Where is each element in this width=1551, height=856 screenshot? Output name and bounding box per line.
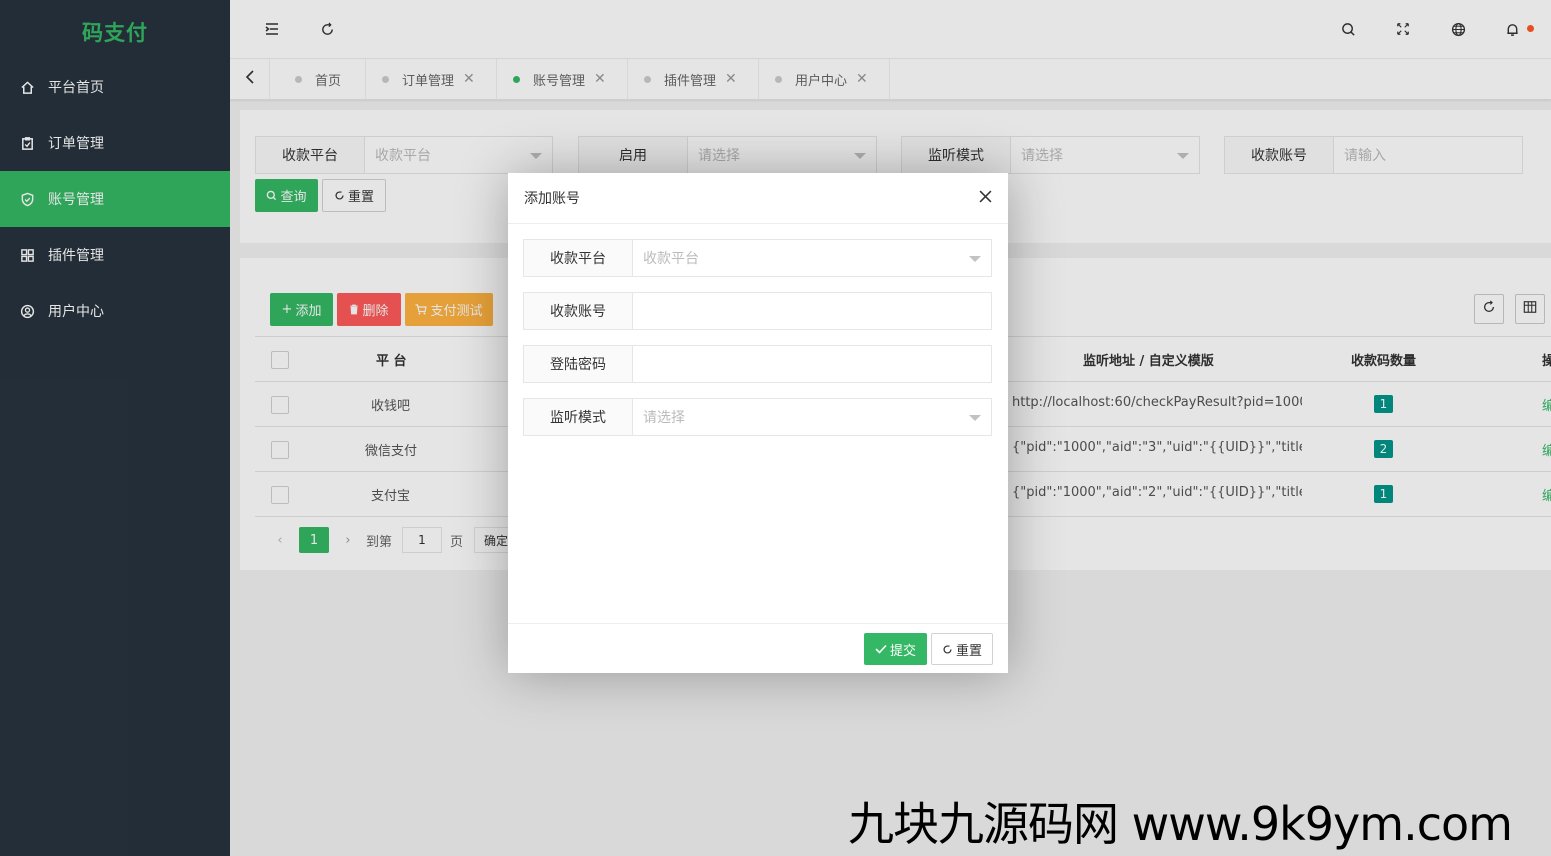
field-label: 收款账号: [524, 293, 633, 329]
modal-title: 添加账号: [524, 191, 580, 207]
select-placeholder: 请选择: [643, 410, 685, 426]
field-label: 收款平台: [524, 240, 633, 276]
select-placeholder: 收款平台: [643, 251, 699, 267]
modal-field-password[interactable]: 登陆密码: [523, 345, 992, 383]
caret-down-icon: [969, 256, 981, 262]
modal-field-mode[interactable]: 监听模式 请选择: [523, 398, 992, 436]
modal-footer: 提交 重置: [508, 623, 1008, 673]
mode-select[interactable]: 请选择: [633, 399, 991, 435]
submit-button[interactable]: 提交: [864, 633, 927, 665]
password-input[interactable]: [633, 346, 991, 382]
field-label: 登陆密码: [524, 346, 633, 382]
close-icon[interactable]: [979, 190, 992, 207]
modal-field-account[interactable]: 收款账号: [523, 292, 992, 330]
button-label: 重置: [955, 643, 982, 659]
account-input[interactable]: [633, 293, 991, 329]
modal-field-platform[interactable]: 收款平台 收款平台: [523, 239, 992, 277]
check-icon: [875, 644, 887, 654]
add-account-modal: 添加账号 收款平台 收款平台 收款账号 登陆密码 监听模式 请选择 提交 重置: [508, 173, 1008, 673]
caret-down-icon: [969, 415, 981, 421]
button-label: 提交: [889, 643, 916, 659]
modal-header: 添加账号: [508, 173, 1008, 224]
modal-reset-button[interactable]: 重置: [931, 633, 993, 665]
platform-select[interactable]: 收款平台: [633, 240, 991, 276]
watermark-text: 九块九源码网 www.9k9ym.com: [848, 797, 1513, 851]
field-label: 监听模式: [524, 399, 633, 435]
refresh-icon: [942, 644, 953, 655]
